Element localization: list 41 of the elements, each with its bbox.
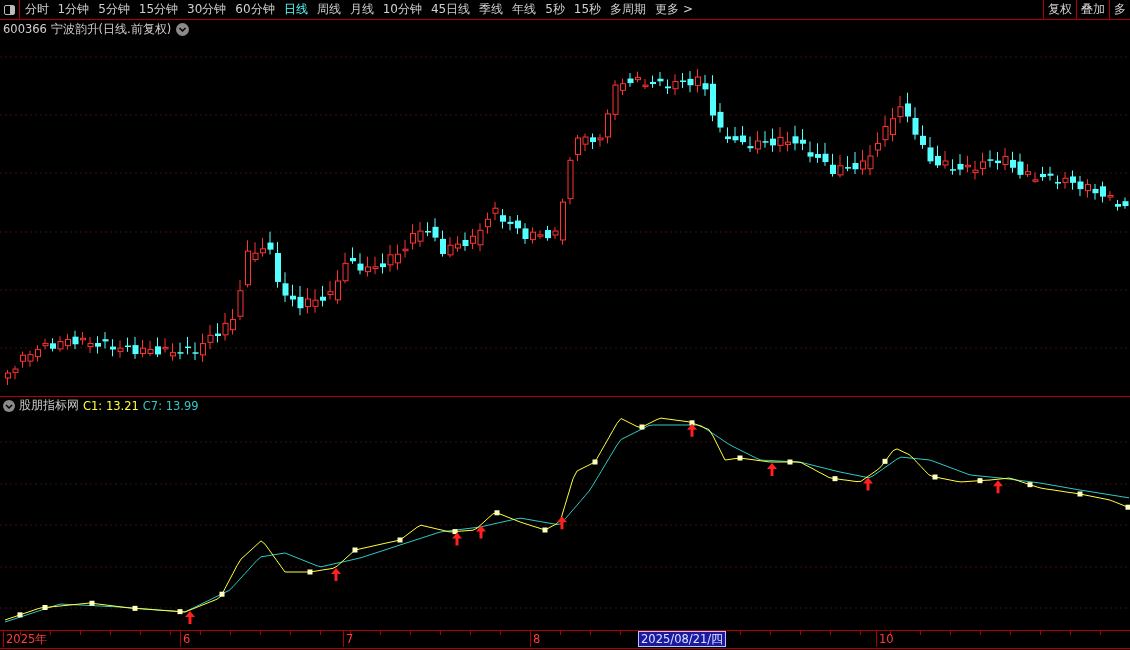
period-tab[interactable]: 多周期 xyxy=(605,1,651,18)
period-tab[interactable]: 5分钟 xyxy=(93,1,135,18)
chart-title: 600366 宁波韵升(日线.前复权) xyxy=(3,21,172,37)
up-arrow-icon xyxy=(185,611,195,624)
toolbar-button[interactable]: 多 xyxy=(1109,0,1130,19)
period-tab[interactable]: 5秒 xyxy=(540,1,570,18)
date-label: 6 xyxy=(180,631,191,647)
period-tab[interactable]: 60分钟 xyxy=(230,1,280,18)
date-label: 2025/08/21/四 xyxy=(638,631,727,647)
period-tab[interactable]: 15秒 xyxy=(569,1,606,18)
period-tab[interactable]: 周线 xyxy=(312,1,346,18)
period-tab[interactable]: 30分钟 xyxy=(182,1,231,18)
period-tab[interactable]: 季线 xyxy=(474,1,508,18)
up-arrow-icon xyxy=(476,525,486,539)
date-label: 7 xyxy=(343,631,354,647)
up-arrow-icon xyxy=(767,463,777,476)
c7-value: C7: 13.99 xyxy=(142,398,199,413)
date-label: 8 xyxy=(530,631,541,647)
dropdown-icon[interactable] xyxy=(176,22,190,36)
date-label: 10 xyxy=(876,631,894,647)
up-arrow-icon xyxy=(452,532,462,546)
period-tab[interactable]: 1分钟 xyxy=(53,1,94,18)
period-tab[interactable]: 年线 xyxy=(507,1,541,18)
period-tab[interactable]: 45日线 xyxy=(426,1,475,18)
date-label: 2025年 xyxy=(3,631,48,647)
toolbar-button[interactable]: 复权 xyxy=(1043,0,1076,19)
period-tab[interactable]: 日线 xyxy=(279,1,313,18)
period-tab[interactable]: 15分钟 xyxy=(134,1,183,18)
up-arrow-icon xyxy=(331,568,341,582)
up-arrow-icon xyxy=(557,516,567,530)
toolbar-button[interactable]: 叠加 xyxy=(1076,0,1109,19)
period-tab[interactable]: 10分钟 xyxy=(378,1,427,18)
period-tab[interactable]: 分时 xyxy=(20,1,53,18)
indicator-name: 股朋指标网 xyxy=(19,398,79,413)
period-tab[interactable]: 月线 xyxy=(345,1,379,18)
c1-value: C1: 13.21 xyxy=(83,398,139,413)
up-arrow-icon xyxy=(993,480,1003,494)
dropdown-icon[interactable] xyxy=(3,399,15,412)
up-arrow-icon xyxy=(687,423,697,437)
up-arrow-icon xyxy=(863,477,873,491)
period-tab[interactable]: 更多 > xyxy=(650,1,698,18)
